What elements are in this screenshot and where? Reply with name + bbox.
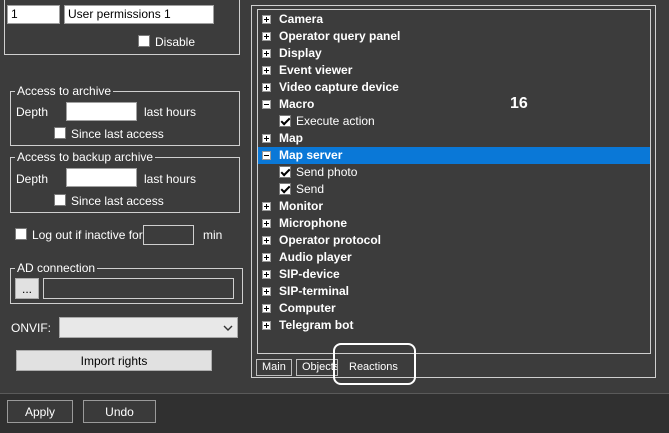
tab-reactions[interactable]: Reactions xyxy=(333,343,416,385)
logout-minutes-input[interactable] xyxy=(143,225,194,245)
disable-checkbox[interactable] xyxy=(138,35,150,47)
permissions-tree[interactable]: Camera Operator query panel Display Event v… xyxy=(257,9,651,354)
onvif-select[interactable] xyxy=(59,317,238,338)
expand-icon[interactable] xyxy=(262,49,271,58)
backup-since-label: Since last access xyxy=(71,194,164,208)
tree-node-label: Operator protocol xyxy=(279,233,382,247)
backup-unit-label: last hours xyxy=(144,172,197,186)
expand-icon[interactable] xyxy=(262,66,271,75)
ad-browse-button[interactable]: ... xyxy=(15,278,39,299)
expand-icon[interactable] xyxy=(262,15,271,24)
archive-since-label: Since last access xyxy=(71,127,164,141)
tree-node-label: Telegram bot xyxy=(279,318,354,332)
tree-node-label: Map xyxy=(279,131,303,145)
top-group-border-bottom xyxy=(4,54,240,55)
tree-node-label: Event viewer xyxy=(279,63,353,77)
permission-name-field[interactable]: User permissions 1 xyxy=(64,5,214,24)
permission-index-field[interactable]: 1 xyxy=(7,5,60,24)
expand-icon[interactable] xyxy=(262,219,271,228)
tree-leaf-label: Execute action xyxy=(296,114,375,128)
logout-checkbox[interactable] xyxy=(15,228,27,240)
tree-leaf-label: Send xyxy=(296,182,325,196)
archive-unit-label: last hours xyxy=(144,105,197,119)
tree-node-label: Computer xyxy=(279,301,336,315)
backup-since-checkbox[interactable] xyxy=(54,194,66,206)
expand-icon[interactable] xyxy=(262,202,271,211)
tree-node[interactable]: Video capture device xyxy=(258,79,650,96)
tab-objects[interactable]: Objects xyxy=(296,359,338,376)
tree-node[interactable]: Event viewer xyxy=(258,62,650,79)
backup-depth-label: Depth xyxy=(16,172,49,186)
chevron-down-icon xyxy=(223,325,233,331)
import-rights-button[interactable]: Import rights xyxy=(16,350,212,371)
tree-node[interactable]: Map server xyxy=(258,147,650,164)
tab-reactions-label: Reactions xyxy=(349,361,398,373)
tree-node[interactable]: Monitor xyxy=(258,198,650,215)
archive-since-checkbox[interactable] xyxy=(54,127,66,139)
expand-icon[interactable] xyxy=(262,321,271,330)
undo-button[interactable]: Undo xyxy=(83,400,156,423)
tree-node[interactable]: Microphone xyxy=(258,215,650,232)
expand-icon[interactable] xyxy=(262,32,271,41)
collapse-icon[interactable] xyxy=(262,151,271,160)
archive-legend: Access to archive xyxy=(15,84,114,98)
callout-number: 16 xyxy=(510,95,528,112)
tree-node-label: SIP-device xyxy=(279,267,340,281)
tree-leaf[interactable]: Send photo xyxy=(258,164,650,181)
permission-checkbox[interactable] xyxy=(279,115,291,127)
tree-node-label: Camera xyxy=(279,12,324,26)
permission-checkbox[interactable] xyxy=(279,183,291,195)
top-group-border-left xyxy=(4,0,5,55)
tree-leaf[interactable]: Send xyxy=(258,181,650,198)
tree-node-label: Video capture device xyxy=(279,80,399,94)
ad-legend: AD connection xyxy=(15,261,98,275)
backup-depth-input[interactable] xyxy=(66,168,137,187)
disable-label: Disable xyxy=(155,35,196,49)
apply-button[interactable]: Apply xyxy=(7,400,73,423)
tree-node[interactable]: Telegram bot xyxy=(258,317,650,334)
expand-icon[interactable] xyxy=(262,287,271,296)
tree-node-label: Macro xyxy=(279,97,315,111)
expand-icon[interactable] xyxy=(262,304,271,313)
onvif-label: ONVIF: xyxy=(11,321,52,335)
top-group-border-right xyxy=(239,0,240,55)
tree-node[interactable]: Operator query panel xyxy=(258,28,650,45)
tree-node[interactable]: Display xyxy=(258,45,650,62)
collapse-icon[interactable] xyxy=(262,100,271,109)
ad-connection-field[interactable] xyxy=(43,278,234,299)
tree-node-label: Operator query panel xyxy=(279,29,401,43)
tree-node[interactable]: Macro xyxy=(258,96,650,113)
tree-node-label: Audio player xyxy=(279,250,352,264)
tree-node-label: Monitor xyxy=(279,199,323,213)
logout-unit-label: min xyxy=(203,228,223,242)
permission-checkbox[interactable] xyxy=(279,166,291,178)
tree-node[interactable]: Map xyxy=(258,130,650,147)
tree-leaf-label: Send photo xyxy=(296,165,358,179)
tree-node-label: Microphone xyxy=(279,216,347,230)
expand-icon[interactable] xyxy=(262,83,271,92)
tree-node[interactable]: Audio player xyxy=(258,249,650,266)
tree-node[interactable]: Computer xyxy=(258,300,650,317)
logout-label: Log out if inactive for xyxy=(32,228,143,242)
expand-icon[interactable] xyxy=(262,236,271,245)
tree-node-label: Map server xyxy=(279,148,343,162)
tree-node[interactable]: Operator protocol xyxy=(258,232,650,249)
tree-node-label: Display xyxy=(279,46,322,60)
tree-node[interactable]: SIP-terminal xyxy=(258,283,650,300)
tab-main[interactable]: Main xyxy=(256,359,292,376)
expand-icon[interactable] xyxy=(262,270,271,279)
archive-depth-input[interactable] xyxy=(66,102,137,121)
expand-icon[interactable] xyxy=(262,253,271,262)
tree-node-label: SIP-terminal xyxy=(279,284,350,298)
tree-node[interactable]: Camera xyxy=(258,11,650,28)
expand-icon[interactable] xyxy=(262,134,271,143)
tree-node[interactable]: SIP-device xyxy=(258,266,650,283)
archive-depth-label: Depth xyxy=(16,105,49,119)
tree-leaf[interactable]: Execute action xyxy=(258,113,650,130)
backup-legend: Access to backup archive xyxy=(15,150,156,164)
